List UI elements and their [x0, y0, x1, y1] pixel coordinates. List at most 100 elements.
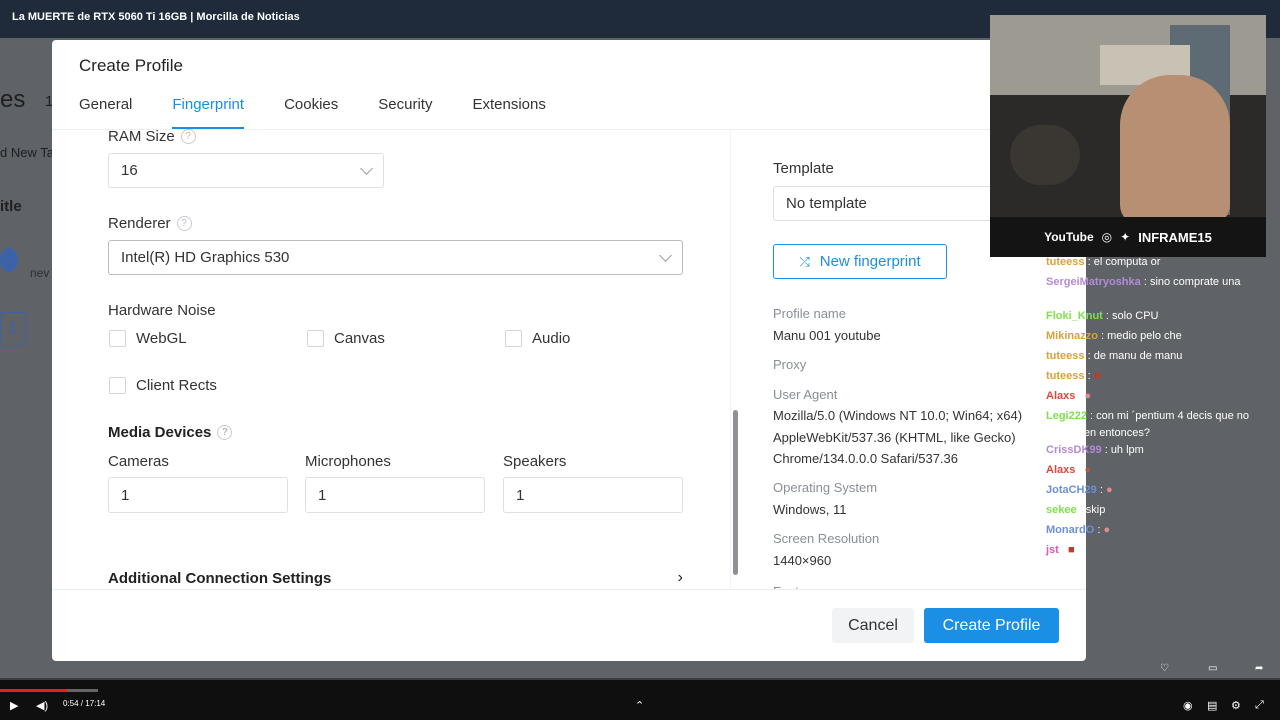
emote-icon: ● [1084, 390, 1092, 402]
instagram-icon: ◎ [1101, 230, 1113, 244]
resolution-label: Screen Resolution [773, 531, 880, 546]
speakers-label: Speakers [503, 453, 567, 470]
shuffle-icon: ⤮ [799, 253, 810, 269]
tab-security[interactable]: Security [378, 96, 432, 129]
chat-message: ps5 [1046, 293, 1064, 305]
create-profile-dialog: Create Profile General Fingerprint Cooki… [52, 40, 1086, 661]
chat-message: CrissDK99 : uh lpm [1046, 444, 1144, 456]
media-devices-heading: Media Devices ? [108, 424, 233, 441]
create-profile-button[interactable]: Create Profile [924, 608, 1059, 643]
chevron-down-icon [659, 248, 672, 262]
tab-general[interactable]: General [79, 96, 132, 129]
play-icon[interactable]: ▶ [10, 699, 18, 712]
user-agent-line-1: Mozilla/5.0 (Windows NT 10.0; Win64; x64… [773, 408, 1023, 423]
os-label: Operating System [773, 480, 878, 495]
template-label: Template [773, 160, 834, 177]
ram-size-label: RAM Size ? [108, 128, 196, 145]
fullscreen-icon[interactable]: ⤢ [1255, 699, 1264, 712]
cancel-button[interactable]: Cancel [832, 608, 914, 643]
comment-icon[interactable]: ▭ [1208, 663, 1217, 674]
profile-name-value: Manu 001 youtube [773, 328, 881, 343]
microphones-input[interactable]: 1 [305, 477, 485, 513]
help-icon[interactable]: ? [180, 129, 196, 144]
chat-message: Legi222 : con mi ´pentium 4 decis que no [1046, 410, 1250, 422]
chat-message: JotaCH29 : ● [1046, 484, 1113, 496]
checkbox-box[interactable] [505, 330, 522, 347]
youtube-icon: YouTube [1044, 230, 1094, 244]
bg-heading: es [0, 86, 26, 113]
chat-message: Floki_Knut : solo CPU [1046, 310, 1159, 322]
panel-divider [730, 130, 731, 590]
renderer-select[interactable]: Intel(R) HD Graphics 530 [108, 240, 683, 275]
client-rects-checkbox[interactable]: Client Rects [109, 377, 217, 394]
chat-message: estoy bien entonces? [1046, 427, 1150, 439]
help-icon[interactable]: ? [217, 425, 233, 440]
chat-message: sekee : skip [1046, 504, 1106, 516]
subtitles-icon[interactable]: ▤ [1207, 699, 1217, 712]
emote-icon: ● [1084, 464, 1092, 476]
webgl-checkbox[interactable]: WebGL [109, 330, 187, 347]
webcam-social-bar: YouTube ◎ ✦ INFRAME15 [990, 217, 1266, 257]
speakers-input[interactable]: 1 [503, 477, 683, 513]
microphones-label: Microphones [305, 453, 391, 470]
canvas-checkbox[interactable]: Canvas [307, 330, 385, 347]
chevron-up-icon[interactable]: ⌃ [635, 699, 644, 712]
chat-message: tuteess : el computa or [1046, 256, 1161, 268]
autoplay-toggle-icon[interactable]: ◉ [1183, 699, 1193, 712]
volume-icon[interactable]: ◀) [36, 699, 48, 712]
new-fingerprint-button[interactable]: ⤮ New fingerprint [773, 244, 947, 279]
video-time: 0:54 / 17:14 [63, 699, 106, 708]
chat-message: jst : ■ [1046, 544, 1075, 556]
chat-message: tuteess : ■ [1046, 370, 1101, 382]
settings-icon[interactable]: ⚙ [1231, 699, 1241, 712]
channel-handle: INFRAME15 [1138, 229, 1212, 245]
help-icon[interactable]: ? [176, 216, 192, 231]
checkbox-box[interactable] [307, 330, 324, 347]
chat-overlay: tuteess : el computa or SergeiMatryoshka… [1046, 252, 1276, 560]
tab-extensions[interactable]: Extensions [472, 96, 545, 129]
chevron-down-icon [360, 161, 373, 175]
share-icon[interactable]: ➦ [1255, 663, 1263, 674]
user-agent-label: User Agent [773, 387, 838, 402]
checkbox-box[interactable] [109, 330, 126, 347]
webcam-drums [1010, 125, 1080, 185]
chat-message: Mikinazzo : medio pelo che [1046, 330, 1182, 342]
user-agent-line-3: Chrome/134.0.0.0 Safari/537.36 [773, 451, 959, 466]
emote-icon: ● [1103, 524, 1111, 536]
tab-cookies[interactable]: Cookies [284, 96, 338, 129]
cameras-label: Cameras [108, 453, 169, 470]
emote-icon: ● [1105, 484, 1113, 496]
audio-checkbox[interactable]: Audio [505, 330, 570, 347]
like-icon[interactable]: ♡ [1160, 663, 1169, 674]
twitter-icon: ✦ [1120, 230, 1131, 244]
user-agent-line-2: AppleWebKit/537.36 (KHTML, like Gecko) [773, 430, 1016, 445]
webcam-overlay: YouTube ◎ ✦ INFRAME15 [990, 15, 1266, 257]
profile-name-label: Profile name [773, 306, 846, 321]
renderer-label: Renderer ? [108, 215, 192, 232]
dialog-title: Create Profile [79, 56, 183, 75]
fingerprint-form: RAM Size ? 16 Renderer ? Intel(R) HD Gra… [52, 128, 732, 590]
chat-message: tuteess : de manu de manu [1046, 350, 1183, 362]
chevron-right-icon: › [677, 569, 683, 586]
video-progress-bar[interactable] [0, 689, 98, 692]
chat-message: Alaxs : ● [1046, 464, 1092, 476]
fonts-label: Fonts [773, 582, 806, 589]
additional-settings-row[interactable]: Additional Connection Settings › [108, 569, 683, 587]
tab-bar: General Fingerprint Cookies Security Ext… [79, 96, 586, 129]
os-value: Windows, 11 [773, 502, 847, 517]
chat-message: MonardO : ● [1046, 524, 1111, 536]
checkbox-box[interactable] [109, 377, 126, 394]
bg-column-title: itle [0, 198, 22, 215]
bg-app-icon [0, 248, 18, 272]
ram-size-select[interactable]: 16 [108, 153, 384, 188]
footer-divider [52, 589, 1086, 590]
tab-fingerprint[interactable]: Fingerprint [172, 96, 244, 129]
webcam-person [1120, 75, 1230, 225]
emote-icon: ■ [1093, 370, 1101, 382]
emote-icon: ■ [1068, 544, 1075, 556]
form-scrollbar[interactable] [733, 410, 738, 575]
bg-row-text: nev [30, 266, 50, 280]
resolution-value: 1440×960 [773, 553, 832, 568]
hardware-noise-label: Hardware Noise [108, 302, 216, 319]
cameras-input[interactable]: 1 [108, 477, 288, 513]
